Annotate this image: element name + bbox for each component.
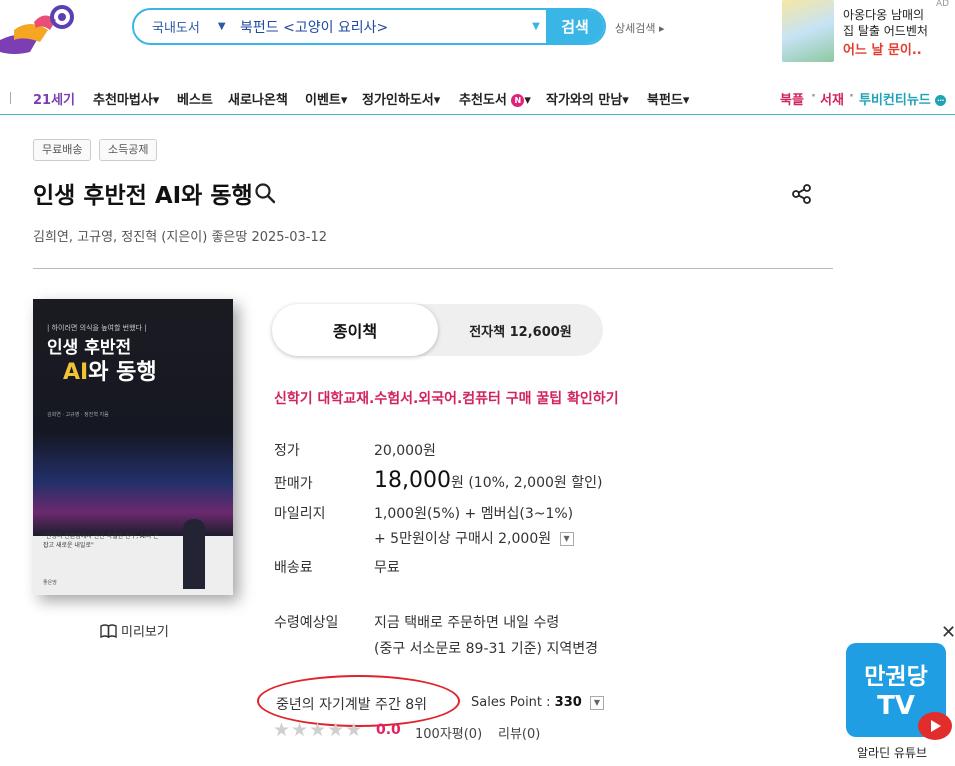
mileage-value: 1,000원(5%) + 멤버십(3~1%) xyxy=(374,506,574,522)
mileage-label: 마일리지 xyxy=(274,506,326,522)
cover-figure xyxy=(183,519,205,589)
short-review-link[interactable]: 100자평(0) xyxy=(415,723,482,742)
category-rank[interactable]: 중년의 자기계발 주간 8위 xyxy=(276,694,427,714)
delivery-label: 수령예상일 xyxy=(274,615,339,631)
ad-line2: 집 탈출 어드벤처 xyxy=(843,24,928,38)
book-open-icon xyxy=(100,623,117,638)
search-category-label: 국내도서 xyxy=(152,21,200,36)
review-link[interactable]: 리뷰(0) xyxy=(498,723,540,742)
nav-item-21st-century[interactable]: 21세기 xyxy=(33,89,75,108)
mileage-extra-text: + 5만원이상 구매시 2,000원 xyxy=(374,531,552,547)
nav-item-recommended-books[interactable]: 추천도서 N ▾ xyxy=(459,89,531,108)
cover-authors: 김희연 · 고규영 · 정진혁 지음 xyxy=(47,412,109,418)
sales-point-label: Sales Point : xyxy=(471,695,555,710)
star-icon: ★ xyxy=(345,719,363,741)
author-publisher-line[interactable]: 김희연, 고규영, 정진혁 (지은이) 좋은땅 2025-03-12 xyxy=(33,226,327,245)
delivery-line2[interactable]: (중구 서소문로 89-31 기준) 지역변경 xyxy=(374,638,598,658)
nav-item-label: 추천도서 xyxy=(459,93,507,108)
youtube-play-icon[interactable] xyxy=(918,712,952,740)
search-icon[interactable] xyxy=(254,182,276,204)
nav-sep: · xyxy=(849,89,854,104)
nav-item-price-cut[interactable]: 정가인하도서▾ xyxy=(362,89,440,108)
ad-book-cover[interactable] xyxy=(782,0,834,62)
cover-publisher: 좋은땅 xyxy=(43,580,57,586)
chevron-down-icon: ▾ xyxy=(524,93,531,108)
close-icon[interactable]: ✕ xyxy=(941,622,955,643)
nav-item-events[interactable]: 이벤트▾ xyxy=(305,89,347,108)
sale-price-note: (10%, 2,000원 할인) xyxy=(463,475,603,491)
delivery-line1: 지금 택배로 주문하면 내일 수령 xyxy=(374,615,560,631)
nav-link-tobecontinued[interactable]: 투비컨티뉴드 … xyxy=(859,89,947,108)
ad-line1: 아옹다옹 남매의 xyxy=(843,8,925,22)
nav-link-label: 투비컨티뉴드 xyxy=(859,93,931,108)
detail-search-link[interactable]: 상세검색 ▸ xyxy=(615,20,665,36)
ad-text[interactable]: 아옹다옹 남매의 집 탈출 어드벤처 xyxy=(843,7,953,39)
nav-divider xyxy=(10,92,11,104)
search-input[interactable] xyxy=(234,10,526,43)
list-price-label: 정가 xyxy=(274,443,300,459)
share-icon[interactable] xyxy=(791,183,813,205)
chevron-down-icon[interactable]: ▼ xyxy=(559,532,574,546)
ad-label: AD xyxy=(936,0,950,9)
widget-title-line1: 만권당 xyxy=(864,664,928,690)
search-box: 국내도서 ▼ ▼ 검색 xyxy=(132,8,606,45)
search-category-select[interactable]: 국내도서 ▼ xyxy=(134,10,234,43)
tab-paper-book[interactable]: 종이책 xyxy=(272,304,438,356)
nav-item-bookfund[interactable]: 북펀드▾ xyxy=(647,89,689,108)
sale-price-unit: 원 xyxy=(450,475,464,491)
cover-title-rest: 와 동행 xyxy=(88,360,157,385)
nav-item-meet-author[interactable]: 작가와의 만남▾ xyxy=(546,89,629,108)
mileage-extra: + 5만원이상 구매시 2,000원 ▼ xyxy=(374,528,574,548)
chevron-down-icon: ▼ xyxy=(217,21,226,32)
widget-caption[interactable]: 알라딘 유튜브 xyxy=(857,744,927,761)
book-title: 인생 후반전 AI와 동행 xyxy=(33,183,253,209)
search-button[interactable]: 검색 xyxy=(546,10,604,43)
book-cover[interactable]: | 하이러면 의식을 높여할 번했다 | 인생 후반전 AI와 동행 김희연 ·… xyxy=(33,299,233,595)
nav-item-new-books[interactable]: 새로나온책 xyxy=(228,89,288,108)
cover-title-ai: AI xyxy=(63,360,89,385)
cover-quote: "인생의 전환점에서 만난 특별한 친구, AI와 손잡고 새로운 내일로" xyxy=(43,533,159,549)
nav-link-bookple[interactable]: 북플 xyxy=(780,89,804,108)
star-icon: ★ xyxy=(309,719,327,741)
sales-point-value: 330 xyxy=(554,695,582,710)
cover-title-line2: AI와 동행 xyxy=(63,354,157,386)
sale-price-label: 판매가 xyxy=(274,476,313,492)
star-icon: ★ xyxy=(273,719,291,741)
chevron-down-icon[interactable]: ▼ xyxy=(589,695,604,710)
divider xyxy=(33,268,833,269)
more-dots-icon: … xyxy=(935,95,947,106)
new-badge-icon: N xyxy=(511,94,525,107)
tag-tax-deduction: 소득공제 xyxy=(99,139,158,161)
promo-link[interactable]: 신학기 대학교재.수험서.외국어.컴퓨터 구매 꿀팁 확인하기 xyxy=(274,388,619,408)
ad-headline[interactable]: 어느 날 문이.. xyxy=(843,39,922,58)
aladin-logo[interactable] xyxy=(0,0,78,60)
shipping-label: 배송료 xyxy=(274,560,313,576)
tag-free-shipping: 무료배송 xyxy=(33,139,92,161)
rating-score: 0.0 xyxy=(376,722,401,738)
shipping-value: 무료 xyxy=(374,560,400,576)
search-history-dropdown-icon[interactable]: ▼ xyxy=(526,21,546,32)
preview-label: 미리보기 xyxy=(121,625,169,640)
cover-subtitle: | 하이러면 의식을 높여할 번했다 | xyxy=(47,324,147,332)
sale-price-number: 18,000 xyxy=(374,468,451,493)
star-icon: ★ xyxy=(291,719,309,741)
nav-item-recommend-wizard[interactable]: 추천마법사▾ xyxy=(93,89,159,108)
sale-price-value: 18,000원 (10%, 2,000원 할인) xyxy=(374,468,602,493)
list-price-value: 20,000원 xyxy=(374,443,436,459)
preview-button[interactable]: 미리보기 xyxy=(100,621,169,640)
rating-stars: ★ ★ ★ ★ ★ xyxy=(273,720,362,740)
nav-link-library[interactable]: 서재 xyxy=(820,89,844,108)
star-icon: ★ xyxy=(327,719,345,741)
tab-ebook[interactable]: 전자책 12,600원 xyxy=(438,304,603,356)
sales-point: Sales Point : 330 ▼ xyxy=(471,695,604,710)
nav-sep: · xyxy=(811,89,816,104)
nav-item-best[interactable]: 베스트 xyxy=(177,89,213,108)
